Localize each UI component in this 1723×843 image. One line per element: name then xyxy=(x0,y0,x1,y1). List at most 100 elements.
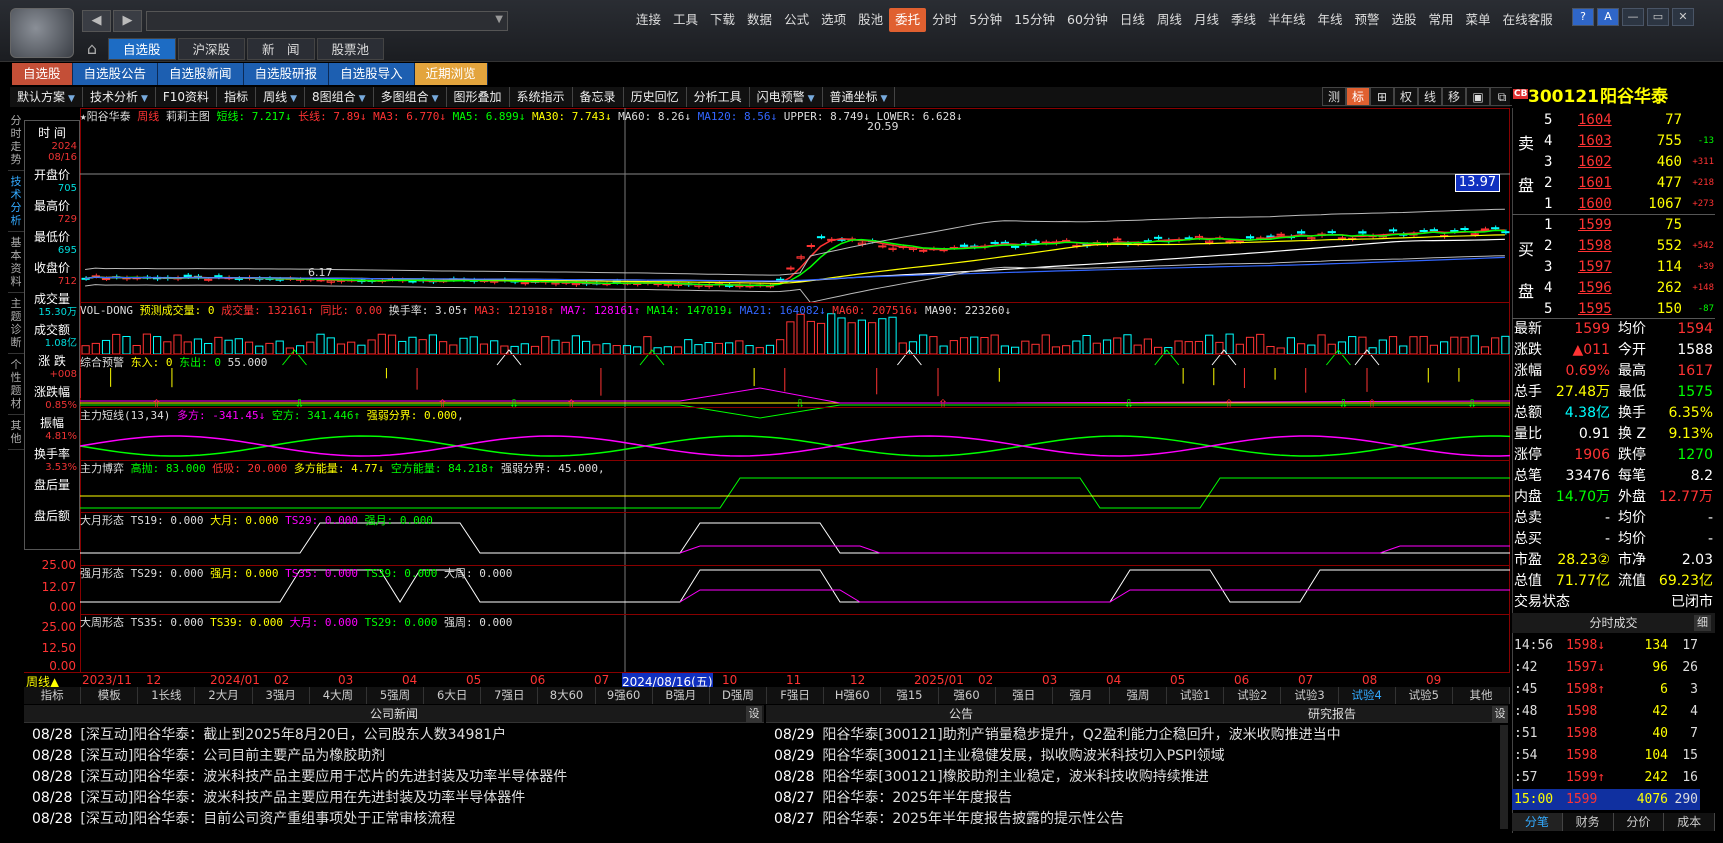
indicator-tab-23[interactable]: 试验4 xyxy=(1339,687,1396,704)
address-bar[interactable]: ▼ xyxy=(146,11,508,31)
news-item[interactable]: 08/28 [深互动]阳谷华泰：波米科技产品主要应用在先进封装及功率半导体器件 xyxy=(32,788,525,809)
window-button-0[interactable]: ? xyxy=(1572,8,1594,26)
chart-tool-6[interactable]: ▣ xyxy=(1466,87,1490,106)
indicator-tab-13[interactable]: F强日 xyxy=(767,687,825,704)
ask-row[interactable]: 5 1604 77 xyxy=(1512,110,1715,131)
report-item[interactable]: 08/27 阳谷华泰：2025年半年度报告 xyxy=(774,788,1012,809)
chart-tool-5[interactable]: 移 xyxy=(1442,87,1466,106)
bid-row[interactable]: 2 1598 552 +542 xyxy=(1512,236,1715,257)
menu-item-12[interactable]: 日线 xyxy=(1114,8,1151,32)
menu-item-11[interactable]: 60分钟 xyxy=(1061,8,1114,32)
indicator-tab-7[interactable]: 6大日 xyxy=(424,687,482,704)
indicator-tab-4[interactable]: 3强月 xyxy=(253,687,310,704)
indicator-tab-8[interactable]: 7强日 xyxy=(481,687,539,704)
toolbar-item-4[interactable]: 周线 ▼ xyxy=(256,87,306,107)
indicator-tab-15[interactable]: 强15 xyxy=(881,687,939,704)
chart-canvas[interactable]: ⇧ ⇩ ⇧ ⇩ ⇧ ⇩ ⇧ ⇩ ⇧ ⇩ ⇧ ⇩ xyxy=(80,108,1510,673)
report-item[interactable]: 08/29 阳谷华泰[300121]助剂产销量稳步提升，Q2盈利能力企稳回升，波米… xyxy=(774,725,1341,746)
announcement-title[interactable]: 公告 xyxy=(766,705,1156,723)
window-button-1[interactable]: A xyxy=(1597,8,1619,26)
right-tab-2[interactable]: 分价 xyxy=(1613,813,1665,831)
indicator-tab-5[interactable]: 4大周 xyxy=(310,687,367,704)
menu-item-7[interactable]: 委托 xyxy=(889,8,927,32)
chart-tool-4[interactable]: 线 xyxy=(1418,87,1442,106)
menu-item-1[interactable]: 工具 xyxy=(667,8,704,32)
toolbar-item-5[interactable]: 8图组合 ▼ xyxy=(305,87,374,107)
menu-item-20[interactable]: 常用 xyxy=(1423,8,1460,32)
chart-tool-7[interactable]: ⧉ xyxy=(1490,87,1514,106)
sub-tab-5[interactable]: 近期浏览 xyxy=(414,63,488,85)
indicator-tab-1[interactable]: 模板 xyxy=(81,687,139,704)
menu-item-2[interactable]: 下载 xyxy=(704,8,741,32)
indicator-tab-21[interactable]: 试验2 xyxy=(1224,687,1282,704)
indicator-tab-20[interactable]: 试验1 xyxy=(1167,687,1225,704)
menu-item-13[interactable]: 周线 xyxy=(1151,8,1188,32)
ask-row[interactable]: 2 1601 477 +218 xyxy=(1512,173,1715,194)
chevron-down-icon[interactable]: ▼ xyxy=(141,94,148,104)
window-button-3[interactable]: ▭ xyxy=(1647,8,1669,26)
news-item[interactable]: 08/28 [深互动]阳谷华泰：波米科技产品主要应用于芯片的先进封装及功率半导体器… xyxy=(32,767,567,788)
report-item[interactable]: 08/27 阳谷华泰：2025年半年度报告披露的提示性公告 xyxy=(774,809,1124,830)
right-tab-3[interactable]: 成本 xyxy=(1664,813,1715,831)
chart-tool-3[interactable]: 权 xyxy=(1394,87,1418,106)
vtab-1[interactable]: 技术分析 xyxy=(8,171,24,232)
indicator-tab-2[interactable]: 1长线 xyxy=(138,687,196,704)
toolbar-item-1[interactable]: 技术分析 ▼ xyxy=(83,87,156,107)
news-item[interactable]: 08/28 [深互动]阳谷华泰：目前公司资产重组事项处于正常审核流程 xyxy=(32,809,455,830)
menu-item-6[interactable]: 股池 xyxy=(852,8,889,32)
menu-item-19[interactable]: 选股 xyxy=(1386,8,1423,32)
company-news-title[interactable]: 公司新闻 xyxy=(24,705,764,723)
news-scrollbar[interactable] xyxy=(1500,725,1508,829)
pane-divider[interactable] xyxy=(80,565,1510,566)
toolbar-item-13[interactable]: 普通坐标 ▼ xyxy=(823,87,896,107)
menu-item-18[interactable]: 预警 xyxy=(1349,8,1386,32)
chevron-down-icon[interactable]: ▼ xyxy=(290,94,297,104)
bid-row[interactable]: 4 1596 262 +148 xyxy=(1512,278,1715,299)
menu-item-8[interactable]: 分时 xyxy=(926,8,963,32)
pane-divider[interactable] xyxy=(80,407,1510,408)
vtab-5[interactable]: 其他 xyxy=(8,415,24,450)
menu-item-22[interactable]: 在线客服 xyxy=(1497,8,1559,32)
back-arrow-icon[interactable]: ◀ xyxy=(82,10,111,32)
chart-tool-1[interactable]: 标 xyxy=(1346,87,1370,106)
news-settings-button[interactable]: 设 xyxy=(746,706,762,722)
right-tab-0[interactable]: 分笔 xyxy=(1512,813,1563,831)
pane-divider[interactable] xyxy=(80,354,1510,355)
menu-item-17[interactable]: 年线 xyxy=(1311,8,1348,32)
indicator-tab-18[interactable]: 强月 xyxy=(1053,687,1110,704)
vtab-3[interactable]: 主题诊断 xyxy=(8,293,24,354)
menu-item-4[interactable]: 公式 xyxy=(778,8,815,32)
toolbar-item-2[interactable]: F10资料 xyxy=(156,87,218,107)
indicator-tab-17[interactable]: 强日 xyxy=(996,687,1053,704)
report-item[interactable]: 08/29 阳谷华泰[300121]主业稳健发展，拟收购波米科技切入PSPI领域 xyxy=(774,746,1225,767)
menu-item-3[interactable]: 数据 xyxy=(741,8,778,32)
chart-tool-2[interactable]: ⊞ xyxy=(1370,87,1394,106)
indicator-tab-11[interactable]: B强月 xyxy=(653,687,710,704)
pane-divider[interactable] xyxy=(80,614,1510,615)
chart-tool-0[interactable]: 测 xyxy=(1322,87,1346,106)
indicator-tab-14[interactable]: H强60 xyxy=(824,687,882,704)
sub-tab-0[interactable]: 自选股 xyxy=(12,63,73,85)
menu-item-5[interactable]: 选项 xyxy=(815,8,852,32)
home-icon[interactable]: ⌂ xyxy=(82,40,102,58)
top-tab-0[interactable]: 自选股 xyxy=(108,38,176,60)
toolbar-item-12[interactable]: 闪电预警 ▼ xyxy=(750,87,823,107)
toolbar-item-8[interactable]: 系统指示 xyxy=(510,87,573,107)
chevron-down-icon[interactable]: ▼ xyxy=(881,94,888,104)
indicator-tab-25[interactable]: 其他 xyxy=(1453,687,1511,704)
ask-row[interactable]: 4 1603 755 -13 xyxy=(1512,131,1715,152)
indicator-tab-12[interactable]: D强周 xyxy=(710,687,768,704)
chevron-down-icon[interactable]: ▼ xyxy=(359,94,366,104)
window-button-2[interactable]: — xyxy=(1622,8,1644,26)
menu-item-9[interactable]: 5分钟 xyxy=(963,8,1008,32)
indicator-tab-6[interactable]: 5强周 xyxy=(367,687,425,704)
window-button-4[interactable]: ✕ xyxy=(1672,8,1694,26)
news-item[interactable]: 08/28 [深互动]阳谷华泰：公司目前主要产品为橡胶助剂 xyxy=(32,746,385,767)
news-item[interactable]: 08/28 [深互动]阳谷华泰：截止到2025年8月20日，公司股东人数34981… xyxy=(32,725,506,746)
toolbar-item-11[interactable]: 分析工具 xyxy=(687,87,750,107)
pane-divider[interactable] xyxy=(80,460,1510,461)
report-settings-button[interactable]: 设 xyxy=(1492,706,1508,722)
chevron-down-icon[interactable]: ▼ xyxy=(68,94,75,104)
indicator-tab-24[interactable]: 试验5 xyxy=(1396,687,1453,704)
bid-row[interactable]: 5 1595 150 -87 xyxy=(1512,299,1715,320)
